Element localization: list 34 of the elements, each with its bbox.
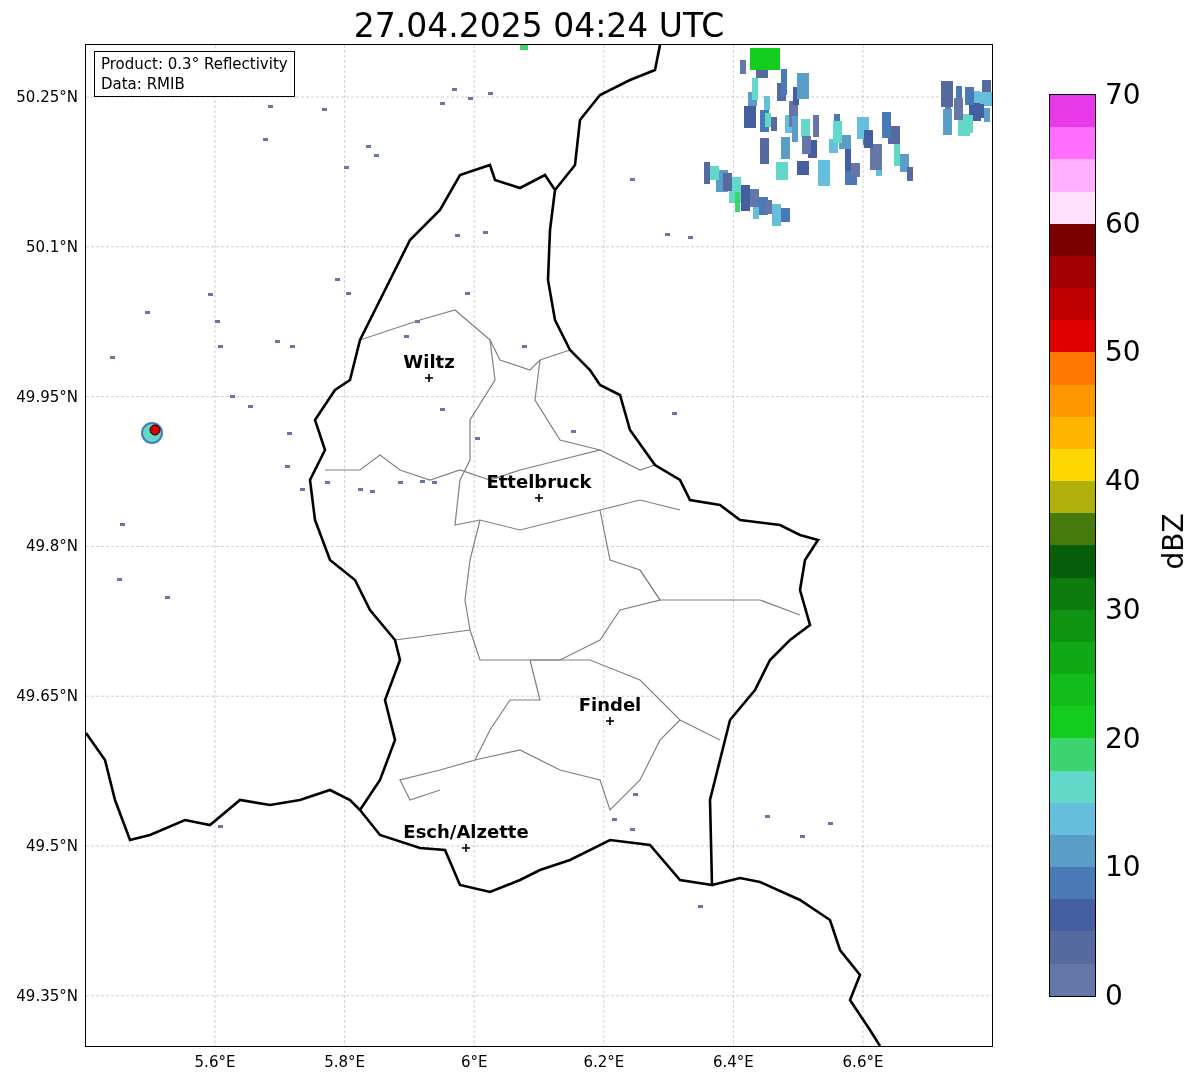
map-title: 27.04.2025 04:24 UTC	[352, 5, 726, 45]
colorbar-tick-label: 0	[1104, 979, 1123, 1012]
city-label: Ettelbruck	[486, 471, 592, 492]
colorbar-tick-label: 40	[1104, 464, 1141, 498]
longitude-tick-label: 6.6°E	[842, 1053, 884, 1071]
colorbar-label: dBZ	[1156, 513, 1184, 570]
info-text: Data: RMIB	[101, 74, 186, 94]
latitude-tick-label: 49.5°N	[25, 837, 78, 855]
colorbar-tick-label: 10	[1104, 850, 1141, 884]
longitude-tick-label: 5.8°E	[324, 1053, 365, 1071]
city-label: Wiltz	[403, 351, 455, 372]
city-marker	[424, 373, 434, 383]
latitude-tick-label: 49.35°N	[16, 986, 78, 1005]
longitude-tick-label: 6°E	[460, 1053, 488, 1071]
colorbar-tick-label: 30	[1104, 592, 1141, 626]
city-marker	[605, 716, 615, 726]
longitude-tick-label: 5.6°E	[194, 1053, 236, 1071]
city-marker	[461, 843, 471, 853]
colorbar-tick-label: 50	[1104, 335, 1141, 369]
city-marker	[534, 493, 544, 503]
latitude-tick-label: 50.25°N	[16, 88, 78, 106]
colorbar-tick-label: 20	[1104, 721, 1141, 755]
colorbar-tick-label: 60	[1104, 206, 1141, 240]
longitude-tick-label: 6.2°E	[583, 1053, 625, 1071]
city-label: Findel	[578, 694, 642, 715]
latitude-tick-label: 49.95°N	[16, 387, 78, 406]
radar-site-marker	[149, 424, 161, 436]
latitude-tick-label: 49.8°N	[25, 537, 78, 556]
info-text: Product: 0.3° Reflectivity	[101, 54, 288, 74]
latitude-tick-label: 50.1°N	[25, 237, 78, 256]
latitude-tick-label: 49.65°N	[16, 687, 78, 706]
longitude-tick-label: 6.4°E	[712, 1053, 754, 1071]
city-label: Esch/Alzette	[403, 821, 529, 842]
colorbar-tick-label: 70	[1104, 78, 1141, 111]
